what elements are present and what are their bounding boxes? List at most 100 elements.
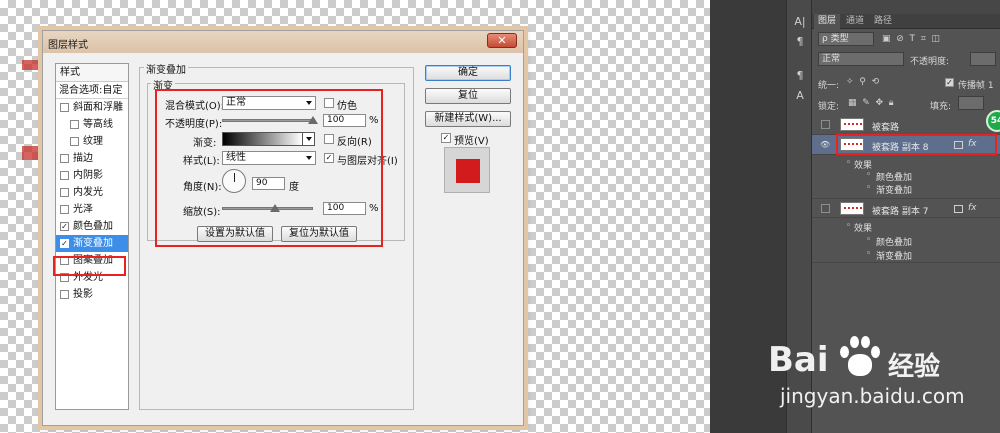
style-preview — [444, 147, 490, 193]
eye-icon[interactable]: ◦ — [846, 221, 851, 231]
dialog-titlebar[interactable]: 图层样式 ✕ — [43, 31, 523, 53]
visibility-toggle[interactable] — [821, 120, 830, 129]
watermark-brand: Bai — [768, 340, 829, 380]
effect-item[interactable]: 颜色叠加 — [876, 235, 912, 248]
fill-input[interactable] — [958, 96, 984, 110]
section-title: 渐变叠加 — [144, 61, 188, 76]
style-item[interactable]: ✓ 渐变叠加 — [56, 235, 128, 252]
effect-item[interactable]: 渐变叠加 — [876, 249, 912, 262]
propagate-frame-label: 传播帧 1 — [958, 81, 994, 91]
effect-item[interactable]: 渐变叠加 — [876, 183, 912, 196]
layer-blend-mode-value: 正常 — [822, 54, 841, 64]
layer-opacity-label: 不透明度: — [910, 57, 950, 67]
style-checkbox[interactable] — [70, 120, 79, 129]
paw-toe — [861, 336, 870, 348]
panel-divider — [812, 262, 1000, 263]
close-button[interactable]: ✕ — [487, 33, 517, 48]
selected-style-highlight — [53, 256, 126, 276]
character-styles-icon[interactable]: A — [792, 88, 808, 104]
lock-icons: ▦ ✎ ✥ 🔒︎ — [848, 98, 894, 108]
reset-button[interactable]: 复位 — [425, 88, 511, 104]
paw-toe — [871, 346, 880, 358]
layer-style-dialog: 图层样式 ✕ 样式 混合选项:自定 斜面和浮雕等高线纹理描边内阴影内发光光泽 ✓ 颜… — [42, 30, 524, 426]
style-item[interactable]: 投影 — [56, 286, 128, 303]
style-item-label: 内发光 — [73, 187, 103, 198]
style-checkbox[interactable] — [60, 290, 69, 299]
layer-row[interactable]: 被套路 — [812, 115, 1000, 135]
paragraph-styles-icon[interactable]: ¶ — [792, 68, 808, 84]
effect-item[interactable]: 颜色叠加 — [876, 170, 912, 183]
character-icon[interactable]: A| — [792, 14, 808, 30]
paw-pad — [848, 354, 872, 376]
style-item-label: 光泽 — [73, 204, 93, 215]
layer-name: 被套路 — [872, 123, 900, 133]
effects-label: 效果 — [854, 224, 873, 234]
ok-button[interactable]: 确定 — [425, 65, 511, 81]
search-icon: ρ — [822, 34, 831, 44]
style-item[interactable]: ✓ 颜色叠加 — [56, 218, 128, 235]
style-checkbox[interactable]: ✓ — [60, 239, 69, 248]
dialog-title: 图层样式 — [48, 40, 88, 51]
style-list-header[interactable]: 样式 — [56, 64, 128, 82]
fx-icon[interactable]: fx — [968, 203, 977, 213]
style-item-label: 纹理 — [83, 136, 103, 147]
tab-channels[interactable]: 通道 — [842, 14, 868, 29]
style-item[interactable]: 等高线 — [56, 116, 128, 133]
style-checkbox[interactable]: ✓ — [60, 222, 69, 231]
eye-icon[interactable]: ◦ — [846, 158, 851, 168]
eye-icon[interactable]: ◦ — [866, 235, 871, 245]
style-item[interactable]: 内阴影 — [56, 167, 128, 184]
preview-checkbox[interactable]: ✓ — [441, 133, 451, 143]
layer-name: 被套路 副本 7 — [872, 207, 929, 217]
eye-icon[interactable]: ◦ — [866, 249, 871, 259]
style-list: 样式 混合选项:自定 斜面和浮雕 等高线 纹理 描边 内阴影 内发光 光泽 ✓ 颜色叠加 ✓ 渐变叠… — [55, 63, 129, 410]
style-item[interactable]: 描边 — [56, 150, 128, 167]
baidu-paw-logo — [838, 336, 882, 380]
eye-icon[interactable]: 👁︎ — [820, 140, 830, 150]
eye-icon[interactable]: ◦ — [866, 183, 871, 193]
lock-label: 锁定: — [818, 102, 840, 112]
layer-blend-mode-select[interactable]: 正常 — [818, 52, 904, 66]
style-checkbox[interactable] — [70, 137, 79, 146]
new-style-button[interactable]: 新建样式(W)... — [425, 111, 511, 127]
watermark-url: jingyan.baidu.com — [780, 384, 965, 408]
unify-icons: ✧ ⚲ ⟲ — [846, 77, 880, 87]
layer-opacity-input[interactable] — [970, 52, 996, 66]
blend-options-item[interactable]: 混合选项:自定 — [56, 82, 128, 99]
style-item[interactable]: 斜面和浮雕 — [56, 99, 128, 116]
filter-kind-value: 类型 — [830, 34, 849, 44]
canvas-artifact — [22, 60, 40, 70]
visibility-toggle[interactable] — [821, 204, 830, 213]
style-item-label: 等高线 — [83, 119, 113, 130]
paw-toe — [850, 336, 859, 348]
style-checkbox[interactable] — [60, 188, 69, 197]
layer-row[interactable]: 被套路 副本 7 fx — [812, 198, 1000, 218]
panel-tabs: 图层 通道 路径 — [812, 14, 1000, 29]
dialog-body: 样式 混合选项:自定 斜面和浮雕 等高线 纹理 描边 内阴影 内发光 光泽 ✓ 颜色叠加 ✓ 渐变叠… — [43, 53, 523, 425]
watermark-brand-cn: 经验 — [888, 352, 941, 382]
tab-layers[interactable]: 图层 — [814, 14, 841, 29]
layer-thumbnail — [840, 118, 864, 131]
style-checkbox[interactable] — [60, 103, 69, 112]
paragraph-icon[interactable]: ¶ — [792, 34, 808, 50]
style-checkbox[interactable] — [60, 205, 69, 214]
settings-highlight-frame — [155, 89, 383, 247]
unify-label: 统一: — [818, 81, 840, 91]
style-item[interactable]: 内发光 — [56, 184, 128, 201]
thumbnail-content — [844, 123, 862, 127]
style-item-label: 投影 — [73, 289, 93, 300]
panel-topbar — [812, 0, 1000, 14]
layer-filter-select[interactable]: ρ 类型 — [818, 32, 874, 46]
preview-label: 预览(V) — [454, 136, 489, 147]
style-item-label: 内阴影 — [73, 170, 103, 181]
style-item[interactable]: 光泽 — [56, 201, 128, 218]
style-item-label: 渐变叠加 — [73, 238, 113, 249]
style-checkbox[interactable] — [60, 154, 69, 163]
propagate-frame-checkbox[interactable]: ✓ — [945, 78, 954, 87]
canvas-artifact — [22, 146, 40, 160]
link-icon — [954, 205, 963, 213]
style-checkbox[interactable] — [60, 171, 69, 180]
tab-paths[interactable]: 路径 — [870, 14, 896, 29]
eye-icon[interactable]: ◦ — [866, 170, 871, 180]
style-item[interactable]: 纹理 — [56, 133, 128, 150]
